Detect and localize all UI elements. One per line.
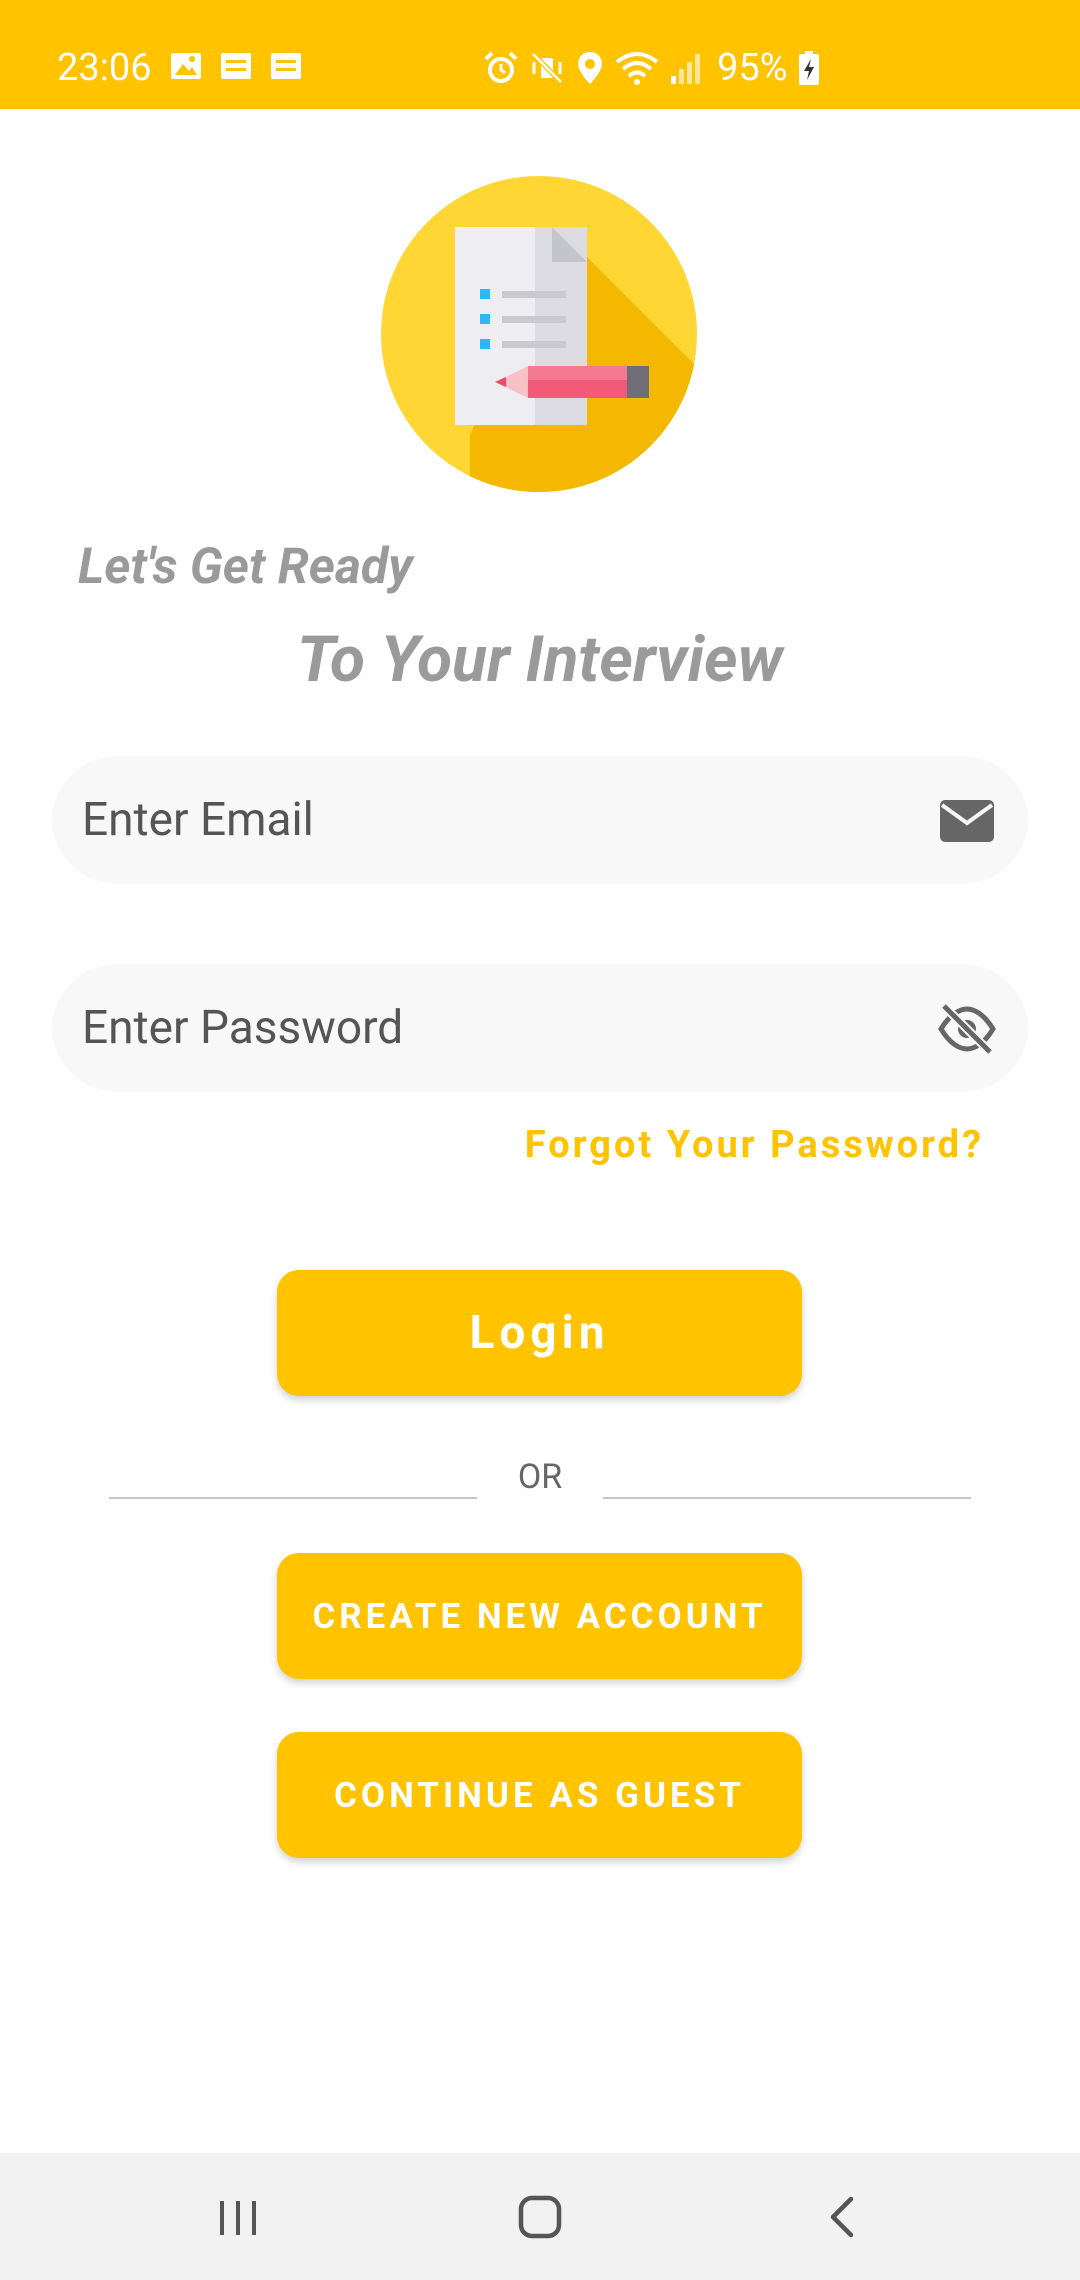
location-icon bbox=[578, 52, 602, 84]
message-icon bbox=[221, 53, 251, 79]
eye-off-icon[interactable] bbox=[938, 1000, 996, 1058]
system-nav-bar bbox=[0, 2153, 1080, 2280]
divider-right bbox=[603, 1497, 971, 1499]
email-input[interactable] bbox=[82, 757, 902, 883]
password-input[interactable] bbox=[82, 965, 902, 1091]
divider-left bbox=[109, 1497, 477, 1499]
image-icon bbox=[171, 53, 201, 79]
recents-icon[interactable] bbox=[202, 2181, 274, 2253]
alarm-icon bbox=[484, 51, 518, 83]
headline-line-2: To Your Interview bbox=[296, 622, 784, 697]
continue-as-guest-button[interactable]: CONTINUE AS GUEST bbox=[277, 1732, 802, 1858]
email-field[interactable] bbox=[52, 757, 1028, 883]
status-time: 23:06 bbox=[57, 46, 152, 90]
message-icon bbox=[271, 53, 301, 79]
login-button[interactable]: Login bbox=[277, 1270, 802, 1396]
signal-icon bbox=[671, 54, 700, 84]
password-field[interactable] bbox=[52, 965, 1028, 1091]
status-notification-icons bbox=[170, 50, 302, 82]
envelope-icon bbox=[940, 800, 994, 842]
wifi-icon bbox=[615, 52, 659, 85]
divider-label: OR bbox=[517, 1457, 563, 1497]
headline-line-1: Let's Get Ready bbox=[78, 538, 413, 596]
status-system-icons: 95% bbox=[483, 45, 820, 91]
battery-charging-icon bbox=[798, 51, 819, 85]
status-bar: 23:06 95% bbox=[0, 0, 1080, 109]
battery-percent: 95% bbox=[717, 46, 788, 90]
forgot-password-link[interactable]: Forgot Your Password? bbox=[525, 1120, 984, 1170]
home-icon[interactable] bbox=[504, 2181, 576, 2253]
create-account-button[interactable]: CREATE NEW ACCOUNT bbox=[277, 1553, 802, 1679]
mute-icon bbox=[531, 52, 563, 84]
app-logo-document-pencil-icon bbox=[381, 176, 697, 492]
back-icon[interactable] bbox=[807, 2181, 879, 2253]
